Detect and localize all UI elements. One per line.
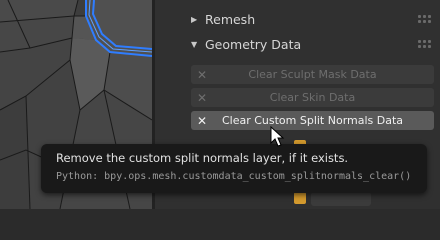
drag-grip-icon[interactable] [418,15,434,23]
tooltip-python: Python: bpy.ops.mesh.customdata_custom_s… [56,171,412,182]
clear-custom-split-normals-data-button[interactable]: ✕ Clear Custom Split Normals Data [191,111,434,130]
button-label: Clear Custom Split Normals Data [221,114,404,127]
x-icon: ✕ [196,90,208,105]
expand-arrow-icon: ▶ [191,14,198,24]
tooltip-description: Remove the custom split normals layer, i… [56,151,349,165]
remesh-label: Remesh [205,11,256,27]
checkbox[interactable] [294,192,306,204]
tooltip: Remove the custom split normals layer, i… [41,144,427,193]
button-label: Clear Sculpt Mask Data [248,68,377,81]
clear-skin-data-button[interactable]: ✕ Clear Skin Data [191,88,434,107]
mouse-pointer-icon [270,126,285,147]
checkbox-label-placeholder [311,192,371,206]
collapse-arrow-icon: ▼ [191,39,198,49]
x-icon: ✕ [196,113,208,128]
x-icon: ✕ [196,67,208,82]
clear-sculpt-mask-data-button[interactable]: ✕ Clear Sculpt Mask Data [191,65,434,84]
geometry-data-panel-header[interactable]: ▼ Geometry Data [191,33,301,55]
geometry-data-label: Geometry Data [205,36,302,52]
button-label: Clear Skin Data [269,91,356,104]
drag-grip-icon[interactable] [418,40,434,48]
remesh-panel-header[interactable]: ▶ Remesh [191,8,255,30]
